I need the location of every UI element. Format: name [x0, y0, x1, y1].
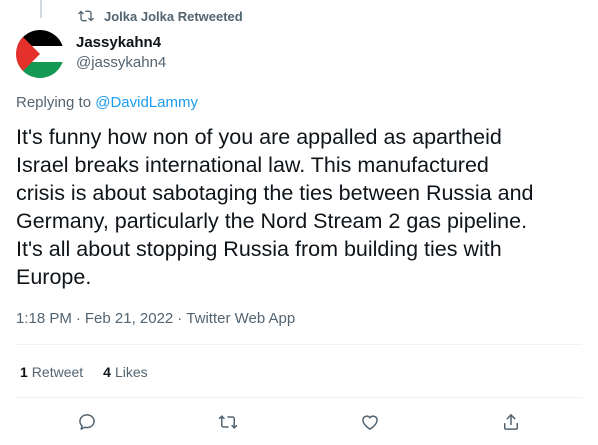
meta-separator: ·: [75, 310, 81, 327]
tweet-text-line: Germany, particularly the Nord Stream 2 …: [16, 209, 528, 233]
avatar[interactable]: [16, 30, 64, 78]
tweet-meta: 1:18 PM · Feb 21, 2022 · Twitter Web App: [16, 310, 295, 327]
retweets-count: 1: [20, 364, 28, 380]
divider: [16, 397, 582, 398]
like-heart-icon: [362, 415, 378, 430]
reply-icon: [79, 414, 95, 430]
author-name[interactable]: Jassykahn4: [76, 34, 161, 51]
share-icon: [504, 414, 518, 430]
likes-count: 4: [103, 364, 111, 380]
tweet-text-line: It's all about stopping Russia from buil…: [16, 237, 502, 261]
tweet-text: It's funny how non of you are appalled a…: [16, 123, 586, 291]
likes-stat[interactable]: 4 Likes: [103, 364, 147, 380]
tweet-source[interactable]: Twitter Web App: [186, 310, 295, 327]
tweet-stats: 1 Retweet 4 Likes: [20, 364, 148, 380]
like-button[interactable]: [356, 408, 384, 436]
reply-button[interactable]: [73, 408, 101, 436]
mention-link[interactable]: @DavidLammy: [95, 94, 198, 111]
tweet-text-line: Israel breaks international law. This ma…: [16, 153, 489, 177]
replying-to-label: Replying to: [16, 94, 96, 111]
palestine-flag-avatar: [16, 30, 64, 78]
retweet-context: Jolka Jolka Retweeted: [78, 8, 243, 24]
tweet-text-line: crisis is about sabotaging the ties betw…: [16, 181, 534, 205]
retweets-label: Retweet: [31, 364, 84, 380]
retweets-stat[interactable]: 1 Retweet: [20, 364, 83, 380]
retweet-icon: [78, 10, 94, 22]
tweet-text-line: It's funny how non of you are appalled a…: [16, 125, 502, 149]
retweet-button[interactable]: [214, 408, 242, 436]
meta-separator: ·: [177, 310, 183, 327]
retweet-icon: [218, 415, 238, 429]
thread-connector-line: [40, 0, 42, 18]
share-button[interactable]: [497, 408, 525, 436]
author-handle[interactable]: @jassykahn4: [76, 54, 166, 71]
replying-to: Replying to @DavidLammy: [16, 94, 198, 111]
divider: [16, 344, 582, 345]
likes-label: Likes: [114, 364, 148, 380]
tweet-time[interactable]: 1:18 PM: [16, 310, 72, 327]
tweet-date[interactable]: Feb 21, 2022: [85, 310, 173, 327]
action-bar: [0, 408, 598, 436]
retweet-context-text[interactable]: Jolka Jolka Retweeted: [104, 9, 243, 24]
tweet-text-line: Europe.: [16, 265, 92, 289]
